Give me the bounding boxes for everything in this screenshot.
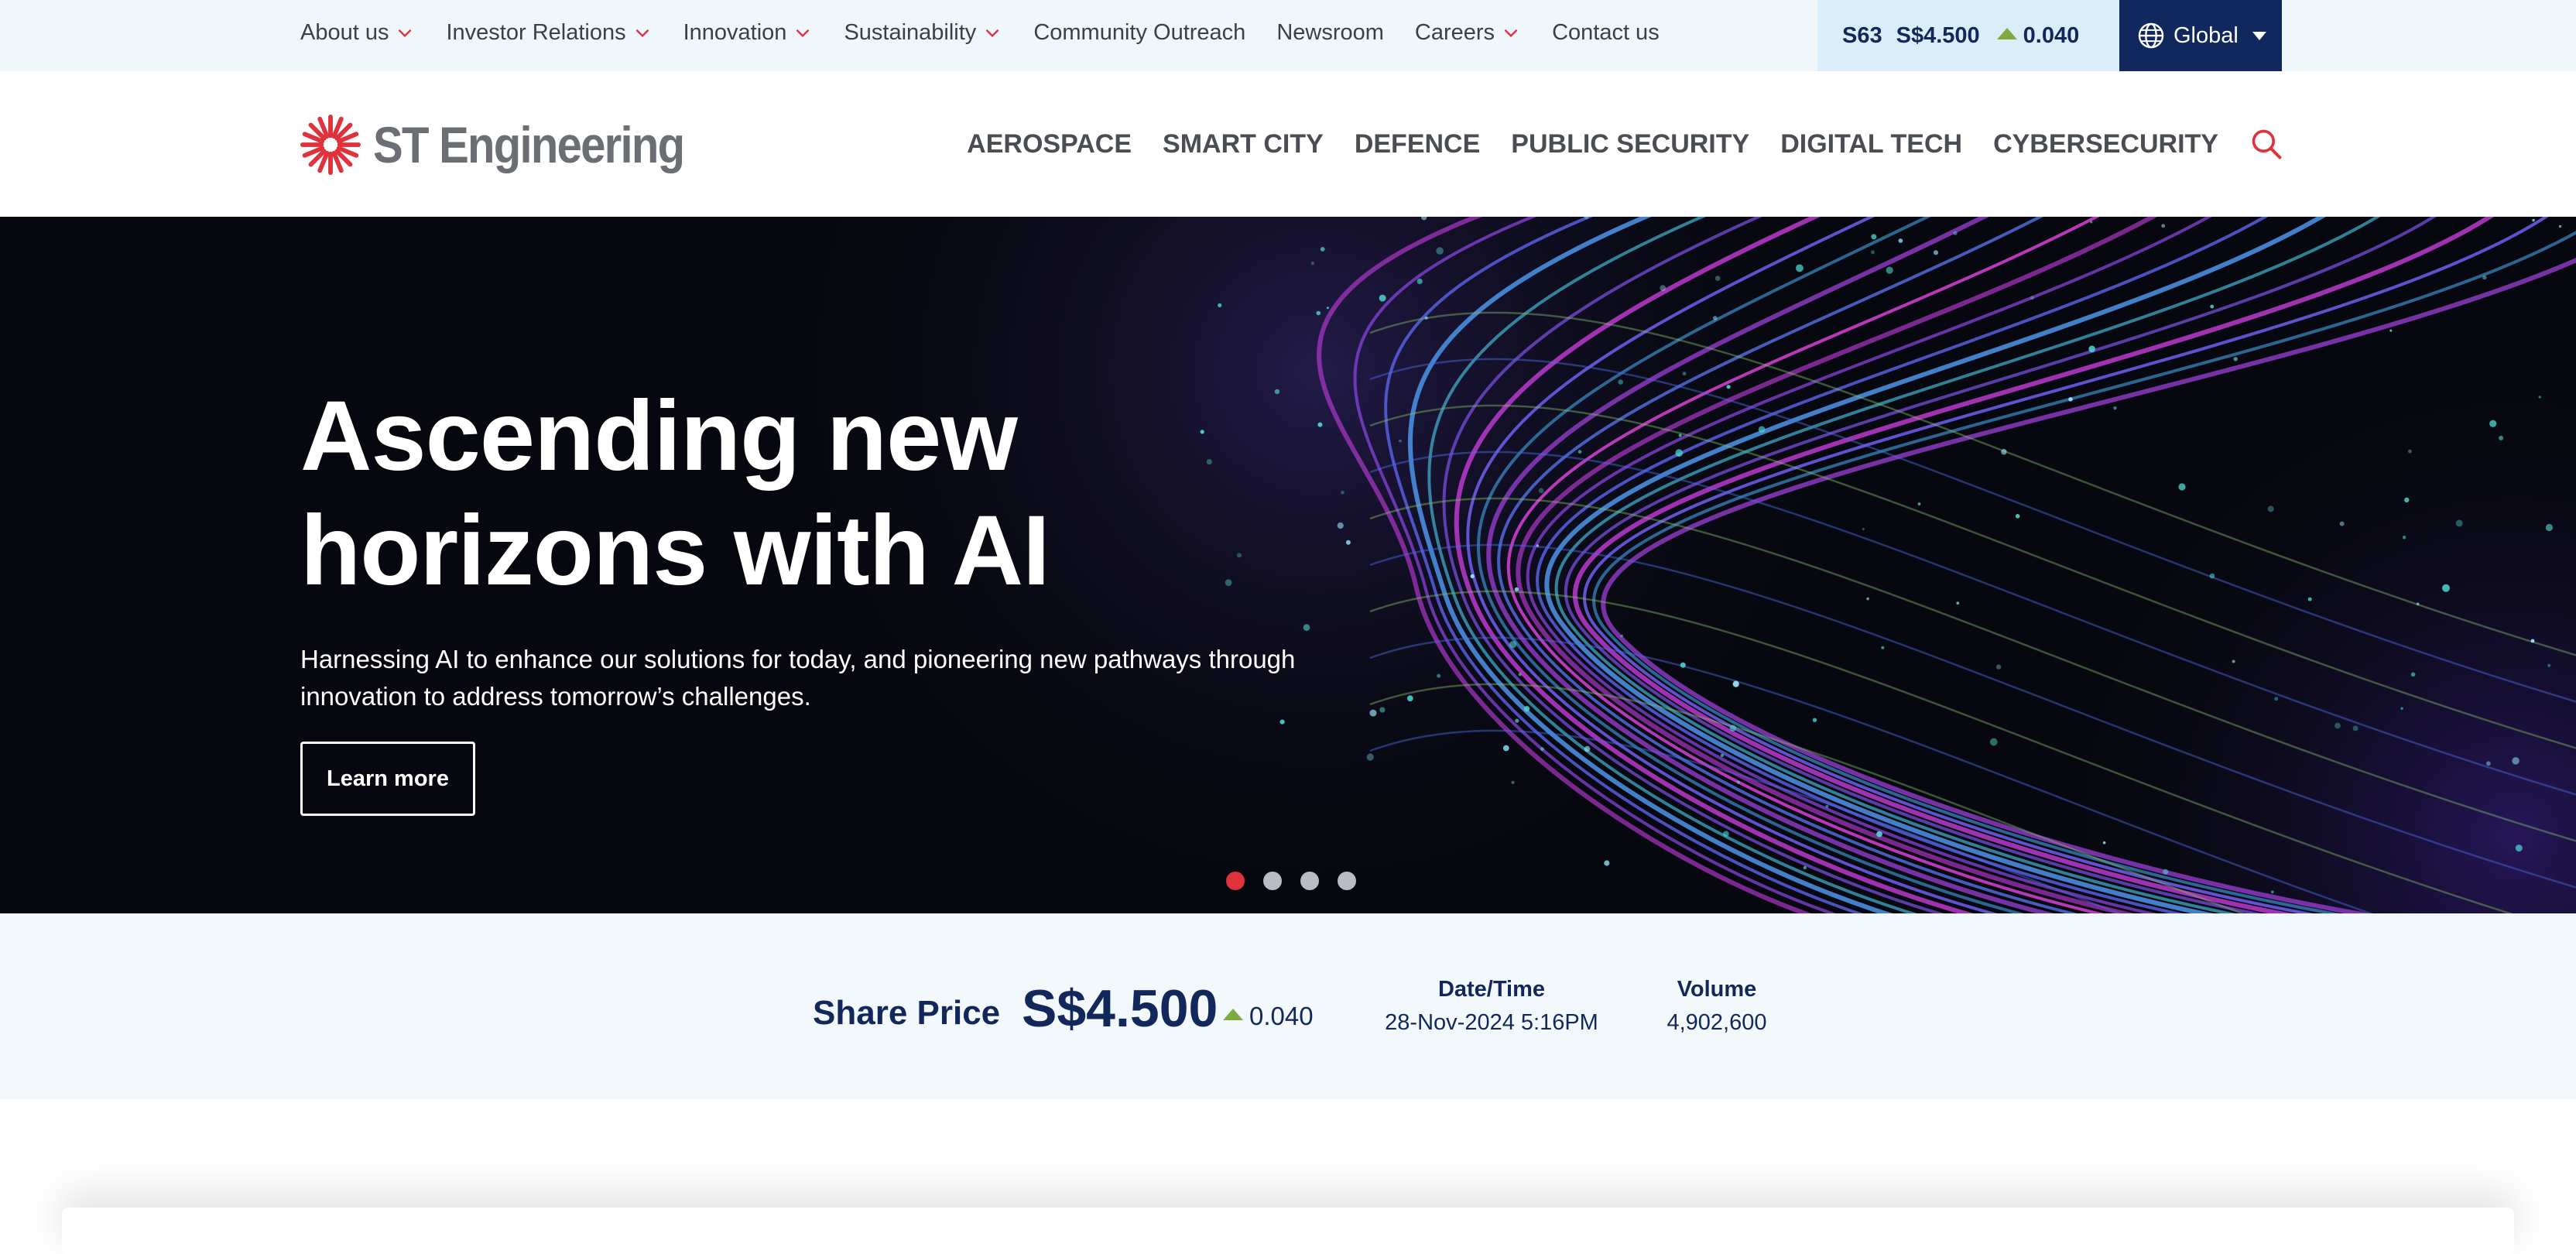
share-change-value: 0.040 (1249, 1002, 1314, 1030)
hero-title-line: Ascending new (300, 381, 1018, 492)
carousel-dot-3[interactable] (1300, 872, 1319, 890)
utility-nav: About us Investor Relations Innovation S… (300, 0, 1690, 65)
chevron-down-icon (985, 29, 999, 38)
util-nav-innovation[interactable]: Innovation (683, 20, 814, 46)
region-selector[interactable]: Global (2119, 0, 2282, 71)
volume-label: Volume (1677, 977, 1757, 1002)
util-nav-label: Sustainability (844, 19, 977, 45)
volume-value: 4,902,600 (1667, 1010, 1767, 1035)
util-nav-careers[interactable]: Careers (1415, 20, 1521, 46)
share-price-strip: Share Price S$4.500 0.040 Date/Time 28-N… (0, 913, 2576, 1099)
util-nav-sustainability[interactable]: Sustainability (844, 20, 1002, 46)
chevron-down-icon (796, 29, 810, 38)
arrow-up-icon (1223, 1008, 1243, 1020)
learn-more-button[interactable]: Learn more (300, 742, 475, 816)
content-card-edge (62, 1208, 2514, 1254)
util-nav-label: Newsroom (1276, 19, 1384, 45)
nav-defence[interactable]: DEFENCE (1355, 129, 1480, 159)
util-nav-label: Investor Relations (446, 19, 626, 45)
datetime-value: 28-Nov-2024 5:16PM (1385, 1010, 1598, 1035)
arrow-up-icon (1996, 27, 2017, 39)
chevron-down-icon (1504, 29, 1518, 38)
nav-smart-city[interactable]: SMART CITY (1163, 129, 1324, 159)
hero-title-line: horizons with AI (300, 495, 1050, 606)
util-nav-contact-us[interactable]: Contact us (1552, 20, 1660, 46)
util-nav-label: Innovation (683, 19, 787, 45)
chevron-down-icon (635, 29, 649, 38)
ticker-change: 0.040 (2023, 22, 2080, 48)
util-nav-investor-relations[interactable]: Investor Relations (446, 20, 652, 46)
caret-down-icon (2252, 31, 2266, 40)
share-price-change: 0.040 (1223, 1002, 1314, 1031)
util-nav-label: Careers (1414, 19, 1495, 45)
hero-title: Ascending new horizons with AI (300, 379, 1050, 608)
share-volume: Volume 4,902,600 (1656, 977, 1777, 1036)
share-price-value: S$4.500 (1022, 979, 1218, 1038)
main-nav: AEROSPACE SMART CITY DEFENCE PUBLIC SECU… (936, 127, 2283, 161)
util-nav-label: Contact us (1552, 19, 1660, 45)
carousel-dot-1[interactable] (1226, 872, 1245, 890)
util-nav-community-outreach[interactable]: Community Outreach (1033, 20, 1245, 46)
datetime-label: Date/Time (1437, 977, 1546, 1002)
starburst-logo-icon (300, 115, 361, 175)
util-nav-label: Community Outreach (1033, 19, 1246, 45)
share-datetime: Date/Time 28-Nov-2024 5:16PM (1381, 977, 1602, 1036)
nav-digital-tech[interactable]: DIGITAL TECH (1780, 129, 1962, 159)
nav-public-security[interactable]: PUBLIC SECURITY (1511, 129, 1749, 159)
nav-cybersecurity[interactable]: CYBERSECURITY (1993, 129, 2218, 159)
carousel-dot-2[interactable] (1263, 872, 1282, 890)
ticker-price: S$4.500 (1896, 22, 1980, 48)
hero-banner: Ascending new horizons with AI Harnessin… (0, 217, 2576, 913)
brand-logo[interactable]: ST Engineering (300, 115, 726, 175)
share-price-label: Share Price (813, 994, 1001, 1032)
util-nav-about-us[interactable]: About us (300, 20, 415, 46)
nav-aerospace[interactable]: AEROSPACE (967, 129, 1132, 159)
util-nav-label: About us (300, 19, 389, 45)
carousel-dot-4[interactable] (1338, 872, 1356, 890)
chevron-down-icon (399, 29, 412, 38)
util-nav-newsroom[interactable]: Newsroom (1276, 20, 1384, 46)
main-header: ST Engineering AEROSPACE SMART CITY DEFE… (0, 71, 2576, 217)
utility-bar: About us Investor Relations Innovation S… (0, 0, 2576, 71)
carousel-dots (1226, 872, 1375, 890)
region-label: Global (2174, 22, 2239, 48)
hero-subtitle: Harnessing AI to enhance our solutions f… (300, 645, 1296, 711)
brand-name: ST Engineering (373, 116, 685, 173)
globe-icon (2138, 22, 2164, 49)
stock-ticker[interactable]: S63 S$4.500 0.040 (1817, 0, 2119, 71)
ticker-code: S63 (1842, 22, 1882, 48)
search-icon[interactable] (2249, 127, 2283, 161)
